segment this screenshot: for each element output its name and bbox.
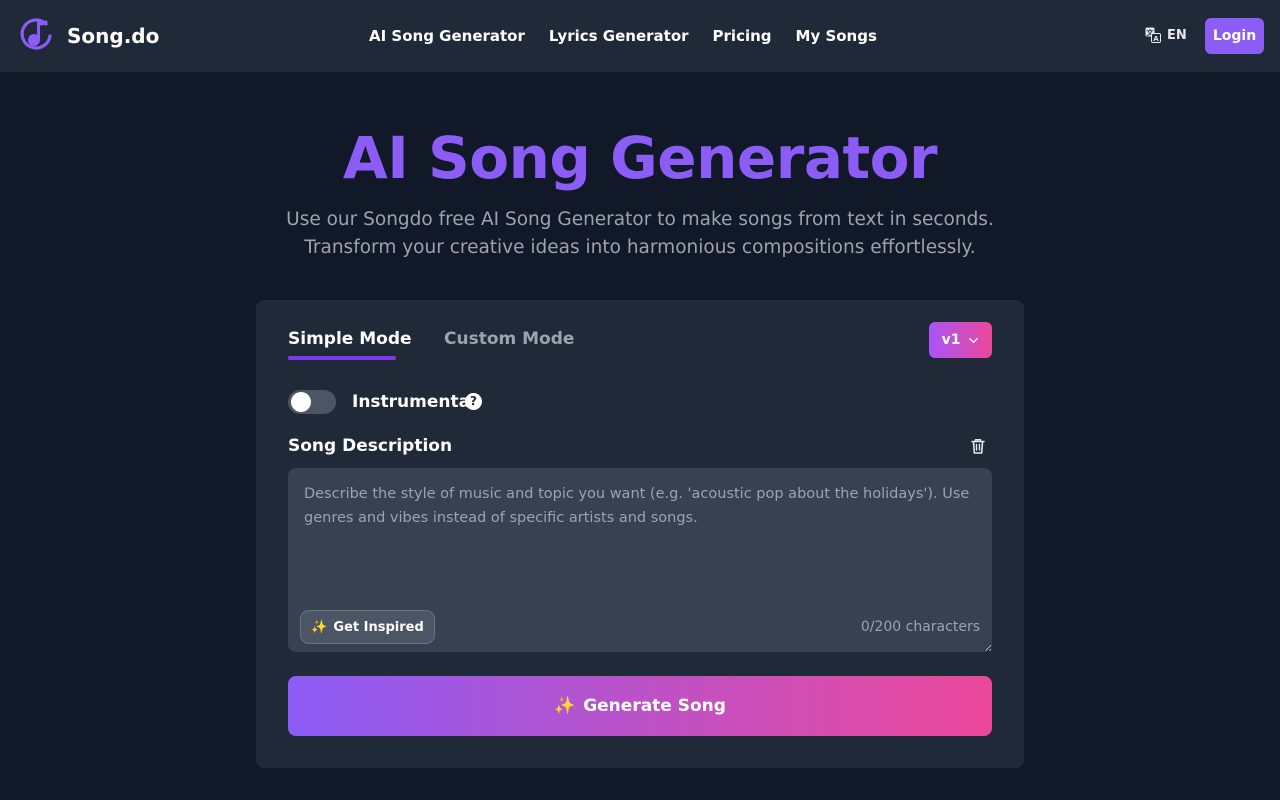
nav-my-songs[interactable]: My Songs bbox=[796, 26, 877, 46]
music-note-logo-icon bbox=[20, 18, 52, 50]
tab-custom-mode[interactable]: Custom Mode bbox=[444, 328, 574, 350]
instrumental-label: Instrumental bbox=[352, 392, 476, 412]
character-count: 0/200 characters bbox=[860, 619, 980, 635]
sparkles-icon: ✨ bbox=[554, 696, 576, 716]
language-selector[interactable]: 文 A EN bbox=[1145, 27, 1187, 43]
chevron-down-icon bbox=[969, 337, 979, 343]
login-button[interactable]: Login bbox=[1205, 18, 1264, 54]
song-description-label: Song Description bbox=[288, 436, 453, 456]
translate-icon: 文 A bbox=[1145, 27, 1161, 43]
brand[interactable]: Song.do bbox=[20, 18, 159, 54]
help-icon[interactable]: ? bbox=[465, 393, 482, 410]
main-nav: AI Song Generator Lyrics Generator Prici… bbox=[369, 26, 901, 46]
top-navbar: Song.do AI Song Generator Lyrics Generat… bbox=[0, 0, 1280, 72]
brand-name: Song.do bbox=[67, 24, 160, 48]
page-subtitle: Use our Songdo free AI Song Generator to… bbox=[286, 209, 994, 258]
tab-simple-mode[interactable]: Simple Mode bbox=[288, 328, 412, 350]
version-value: v1 bbox=[941, 332, 961, 348]
generator-card: Simple Mode Custom Mode v1 Instrumental … bbox=[256, 300, 1024, 768]
instrumental-toggle[interactable] bbox=[288, 390, 336, 414]
language-code: EN bbox=[1167, 27, 1187, 43]
get-inspired-button[interactable]: ✨ Get Inspired bbox=[300, 610, 435, 644]
svg-text:A: A bbox=[1153, 35, 1159, 43]
trash-icon[interactable] bbox=[969, 437, 987, 455]
get-inspired-label: Get Inspired bbox=[333, 619, 424, 635]
page-title: AI Song Generator bbox=[342, 124, 938, 192]
nav-ai-song-generator[interactable]: AI Song Generator bbox=[369, 26, 525, 46]
active-tab-indicator bbox=[288, 356, 396, 360]
version-dropdown[interactable]: v1 bbox=[929, 322, 992, 358]
nav-lyrics-generator[interactable]: Lyrics Generator bbox=[549, 26, 689, 46]
nav-pricing[interactable]: Pricing bbox=[713, 26, 772, 46]
generate-song-button[interactable]: ✨ Generate Song bbox=[288, 676, 992, 736]
sparkles-icon: ✨ bbox=[311, 619, 328, 635]
generate-song-label: Generate Song bbox=[583, 696, 726, 716]
toggle-knob bbox=[291, 392, 311, 412]
